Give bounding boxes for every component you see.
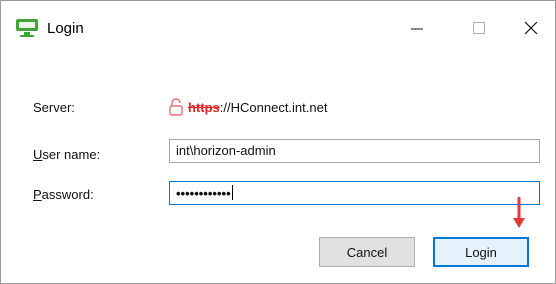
username-input[interactable]: int\horizon-admin <box>169 139 540 163</box>
window-title: Login <box>47 20 84 37</box>
minimize-icon <box>411 28 423 30</box>
maximize-button[interactable] <box>456 1 502 55</box>
text-caret <box>231 185 233 200</box>
server-host: ://HConnect.int.net <box>219 99 328 115</box>
server-label: Server: <box>33 100 75 115</box>
minimize-button[interactable] <box>394 1 440 55</box>
monitor-icon <box>16 19 38 37</box>
close-icon <box>524 21 538 35</box>
cancel-button[interactable]: Cancel <box>319 237 415 267</box>
server-value: https://HConnect.int.net <box>167 98 327 116</box>
maximize-icon <box>473 22 485 34</box>
password-mask: •••••••••••• <box>176 186 231 201</box>
title-bar: Login <box>1 1 555 55</box>
unlocked-lock-icon <box>169 98 183 116</box>
login-dialog: Login Server: https://HConnect.int.net U… <box>0 0 556 284</box>
server-protocol: https <box>188 99 220 115</box>
password-label: Password: <box>33 187 94 202</box>
login-button[interactable]: Login <box>433 237 529 267</box>
red-arrow-indicator <box>513 197 525 228</box>
close-button[interactable] <box>508 1 554 55</box>
password-input[interactable]: •••••••••••• <box>169 181 540 205</box>
username-label: User name: <box>33 147 101 162</box>
